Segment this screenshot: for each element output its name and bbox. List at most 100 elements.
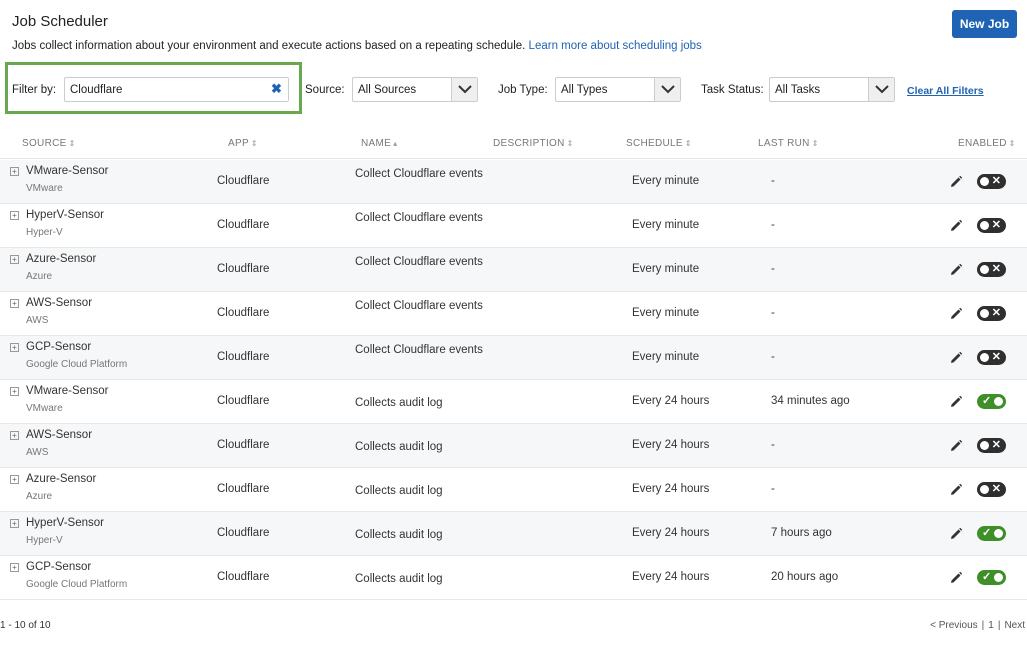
clear-all-filters-link[interactable]: Clear All Filters — [907, 85, 984, 97]
last-run: 20 hours ago — [771, 571, 839, 583]
sort-icon: ⇕ — [811, 139, 819, 148]
pencil-icon[interactable] — [949, 263, 963, 277]
task-status-filter-label: Task Status: — [701, 84, 764, 96]
column-header-enabled[interactable]: ENABLED ⇕ — [958, 138, 1016, 149]
source-type: VMware — [26, 183, 63, 194]
x-icon: ✕ — [991, 219, 1001, 231]
sort-icon: ⇕ — [250, 139, 258, 148]
expand-icon[interactable]: + — [10, 343, 19, 352]
expand-icon[interactable]: + — [10, 211, 19, 220]
toggle-knob — [994, 529, 1003, 538]
enabled-toggle[interactable]: ✓ — [977, 394, 1006, 409]
expand-icon[interactable]: + — [10, 255, 19, 264]
source-select-value: All Sources — [358, 84, 417, 96]
next-page-link[interactable]: Next — [1004, 620, 1025, 631]
job-schedule: Every minute — [632, 219, 700, 231]
column-header-source[interactable]: SOURCE ⇕ — [22, 138, 76, 149]
column-header-label: NAME — [361, 138, 392, 149]
table-row: + VMware-Sensor VMware Cloudflare Collec… — [0, 160, 1027, 204]
source-select[interactable]: All Sources — [352, 77, 478, 102]
result-count: 1 - 10 of 10 — [0, 620, 51, 631]
enabled-toggle[interactable]: ✕ — [977, 262, 1006, 277]
x-icon: ✕ — [991, 483, 1001, 495]
source-filter-label: Source: — [305, 84, 345, 96]
pencil-icon[interactable] — [949, 219, 963, 233]
filter-input[interactable] — [64, 77, 289, 102]
pencil-icon[interactable] — [949, 395, 963, 409]
job-type-filter-label: Job Type: — [498, 84, 548, 96]
last-run: - — [771, 219, 775, 231]
expand-icon[interactable]: + — [10, 563, 19, 572]
x-icon: ✕ — [991, 263, 1001, 275]
app-name: Cloudflare — [217, 439, 270, 451]
source-name: AWS-Sensor — [26, 297, 93, 309]
job-schedule: Every 24 hours — [632, 439, 710, 451]
expand-icon[interactable]: + — [10, 475, 19, 484]
last-run: 7 hours ago — [771, 527, 832, 539]
enabled-toggle[interactable]: ✕ — [977, 306, 1006, 321]
enabled-toggle[interactable]: ✓ — [977, 526, 1006, 541]
expand-icon[interactable]: + — [10, 167, 19, 176]
column-header-last-run[interactable]: LAST RUN ⇕ — [758, 138, 819, 149]
source-name: Azure-Sensor — [26, 473, 97, 485]
last-run: - — [771, 175, 775, 187]
table-row: + HyperV-Sensor Hyper-V Cloudflare Colle… — [0, 512, 1027, 556]
expand-icon[interactable]: + — [10, 519, 19, 528]
page-number[interactable]: 1 — [988, 620, 994, 631]
expand-icon[interactable]: + — [10, 387, 19, 396]
app-name: Cloudflare — [217, 175, 270, 187]
column-header-description[interactable]: DESCRIPTION ⇕ — [493, 138, 574, 149]
enabled-toggle[interactable]: ✕ — [977, 350, 1006, 365]
source-name: VMware-Sensor — [26, 385, 109, 397]
filter-label: Filter by: — [12, 84, 57, 96]
pencil-icon[interactable] — [949, 527, 963, 541]
column-header-schedule[interactable]: SCHEDULE ⇕ — [626, 138, 692, 149]
job-name: Collects audit log — [355, 573, 443, 585]
pencil-icon[interactable] — [949, 571, 963, 585]
sort-icon: ⇕ — [566, 139, 574, 148]
last-run: - — [771, 439, 775, 451]
enabled-toggle[interactable]: ✕ — [977, 438, 1006, 453]
x-icon: ✕ — [991, 351, 1001, 363]
job-type-select[interactable]: All Types — [555, 77, 681, 102]
job-schedule: Every 24 hours — [632, 483, 710, 495]
pencil-icon[interactable] — [949, 351, 963, 365]
source-type: Azure — [26, 491, 53, 502]
last-run: - — [771, 263, 775, 275]
job-schedule: Every 24 hours — [632, 571, 710, 583]
job-name: Collect Cloudflare events — [355, 212, 483, 224]
enabled-toggle[interactable]: ✕ — [977, 218, 1006, 233]
job-name: Collect Cloudflare events — [355, 300, 483, 312]
enabled-toggle[interactable]: ✓ — [977, 570, 1006, 585]
pencil-icon[interactable] — [949, 175, 963, 189]
app-name: Cloudflare — [217, 263, 270, 275]
expand-icon[interactable]: + — [10, 299, 19, 308]
chevron-down-icon — [654, 78, 680, 101]
enabled-toggle[interactable]: ✕ — [977, 174, 1006, 189]
enabled-toggle[interactable]: ✕ — [977, 482, 1006, 497]
job-name: Collect Cloudflare events — [355, 256, 483, 268]
task-status-select[interactable]: All Tasks — [769, 77, 895, 102]
x-icon: ✕ — [991, 439, 1001, 451]
chevron-down-icon — [451, 78, 477, 101]
table-row: + GCP-Sensor Google Cloud Platform Cloud… — [0, 336, 1027, 380]
learn-more-link[interactable]: Learn more about scheduling jobs — [529, 40, 702, 52]
previous-page-link[interactable]: < Previous — [930, 620, 978, 631]
pencil-icon[interactable] — [949, 483, 963, 497]
expand-icon[interactable]: + — [10, 431, 19, 440]
pencil-icon[interactable] — [949, 439, 963, 453]
column-header-label: DESCRIPTION — [493, 138, 565, 149]
app-name: Cloudflare — [217, 351, 270, 363]
close-icon[interactable]: ✖ — [271, 81, 282, 97]
last-run: - — [771, 351, 775, 363]
header-divider — [0, 158, 1027, 159]
pager-separator: | — [997, 620, 1001, 631]
job-name: Collects audit log — [355, 529, 443, 541]
new-job-button[interactable]: New Job — [952, 10, 1017, 38]
source-type: Google Cloud Platform — [26, 359, 128, 370]
column-header-name[interactable]: NAME ▴ — [361, 138, 397, 149]
column-header-app[interactable]: APP ⇕ — [228, 138, 258, 149]
page-description: Jobs collect information about your envi… — [12, 40, 702, 52]
pencil-icon[interactable] — [949, 307, 963, 321]
table-row: + HyperV-Sensor Hyper-V Cloudflare Colle… — [0, 204, 1027, 248]
